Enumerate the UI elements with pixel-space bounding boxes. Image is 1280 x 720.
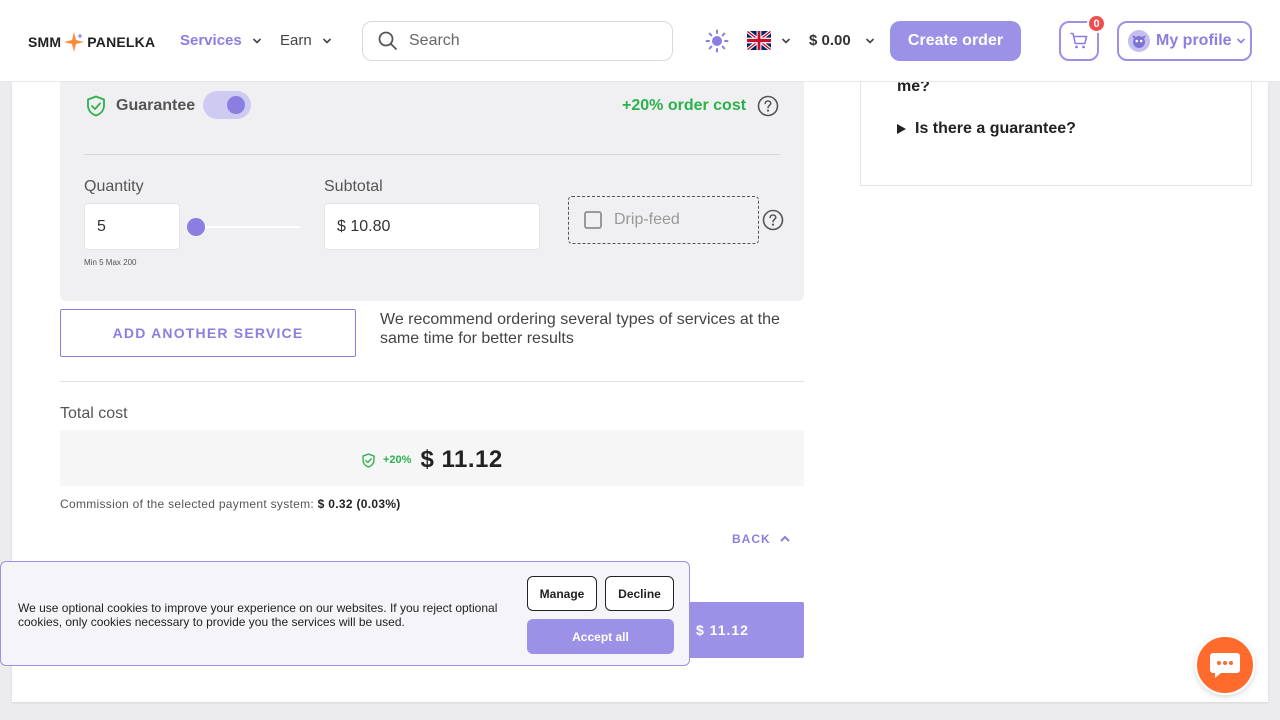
search-box[interactable] [362,21,673,61]
cookie-decline-button[interactable]: Decline [605,576,674,611]
cart-icon [1070,32,1088,49]
chat-button[interactable] [1195,635,1255,695]
cart-count-badge: 0 [1087,14,1106,33]
help-circle-icon[interactable] [762,209,784,231]
guarantee-label: Guarantee [116,97,196,114]
drip-feed-option[interactable]: Drip-feed [568,196,759,244]
logo-star-icon [63,31,85,53]
quantity-min-max: Min 5 Max 200 [84,258,137,267]
pay-button[interactable]: $ 11.12 [672,602,804,658]
cookie-manage-button[interactable]: Manage [527,576,597,611]
nav-earn-label: Earn [280,32,312,49]
help-circle-icon[interactable] [757,95,779,117]
nav-earn[interactable]: Earn [280,32,332,49]
back-link[interactable]: BACK [732,532,791,546]
logo-text-right: PANELKA [87,34,156,50]
logo-text-left: SMM [28,34,62,50]
add-another-service-button[interactable]: ADD ANOTHER SERVICE [60,309,356,357]
chevron-down-icon [865,37,874,44]
back-label: BACK [732,532,771,546]
disclosure-triangle-icon [897,124,906,134]
quantity-label: Quantity [84,178,144,195]
divider [60,381,804,382]
total-guarantee-percent: +20% [383,454,412,466]
top-header: SMM PANELKA Services Earn $ 0.00 [0,0,1280,82]
balance-amount: $ 0.00 [809,32,851,49]
commission-value: $ 0.32 (0.03%) [317,497,401,511]
chevron-down-icon[interactable] [781,36,791,46]
guarantee-toggle[interactable] [203,91,251,119]
shield-check-icon [362,452,375,468]
nav-services-label: Services [180,32,242,49]
profile-dropdown[interactable]: My profile [1117,21,1252,61]
profile-label: My profile [1156,32,1232,49]
drip-feed-label: Drip-feed [614,211,680,228]
language-flag-uk-icon[interactable] [747,31,771,50]
quantity-input[interactable] [84,203,180,250]
commission-prefix: Commission of the selected payment syste… [60,497,315,511]
quantity-slider-track[interactable] [196,226,300,228]
search-input[interactable] [409,32,659,50]
balance-dropdown[interactable]: $ 0.00 [809,32,875,49]
nav-services[interactable]: Services [180,32,262,49]
logo[interactable]: SMM PANELKA [28,31,155,53]
toggle-knob [227,96,245,114]
chevron-down-icon [252,37,261,44]
chevron-down-icon [1236,38,1245,44]
total-cost-value: +20% $ 11.12 [361,446,503,474]
avatar [1128,30,1150,52]
drip-feed-checkbox[interactable] [584,211,602,229]
subtotal-field [324,203,540,250]
chevron-up-icon [779,535,790,542]
total-amount: $ 11.12 [420,446,503,473]
guarantee-cost: +20% order cost [622,97,747,114]
chevron-down-icon [322,37,331,44]
cookie-accept-button[interactable]: Accept all [527,619,674,654]
shield-check-icon [87,95,105,117]
chat-bubble-icon [1210,653,1240,678]
theme-toggle-sun-icon[interactable] [705,29,729,53]
cookie-banner: We use optional cookies to improve your … [0,561,690,666]
total-cost-label: Total cost [60,405,128,422]
recommendation-text: We recommend ordering several types of s… [380,311,780,347]
faq-item-label: Is there a guarantee? [915,120,1076,137]
subtotal-label: Subtotal [324,178,383,195]
quantity-slider-thumb[interactable] [187,218,205,236]
faq-item-guarantee[interactable]: Is there a guarantee? [897,120,1076,138]
create-order-button[interactable]: Create order [890,21,1021,61]
commission-text: Commission of the selected payment syste… [60,497,401,511]
divider [84,154,780,155]
cookie-text: We use optional cookies to improve your … [18,601,498,629]
search-icon [378,31,398,51]
